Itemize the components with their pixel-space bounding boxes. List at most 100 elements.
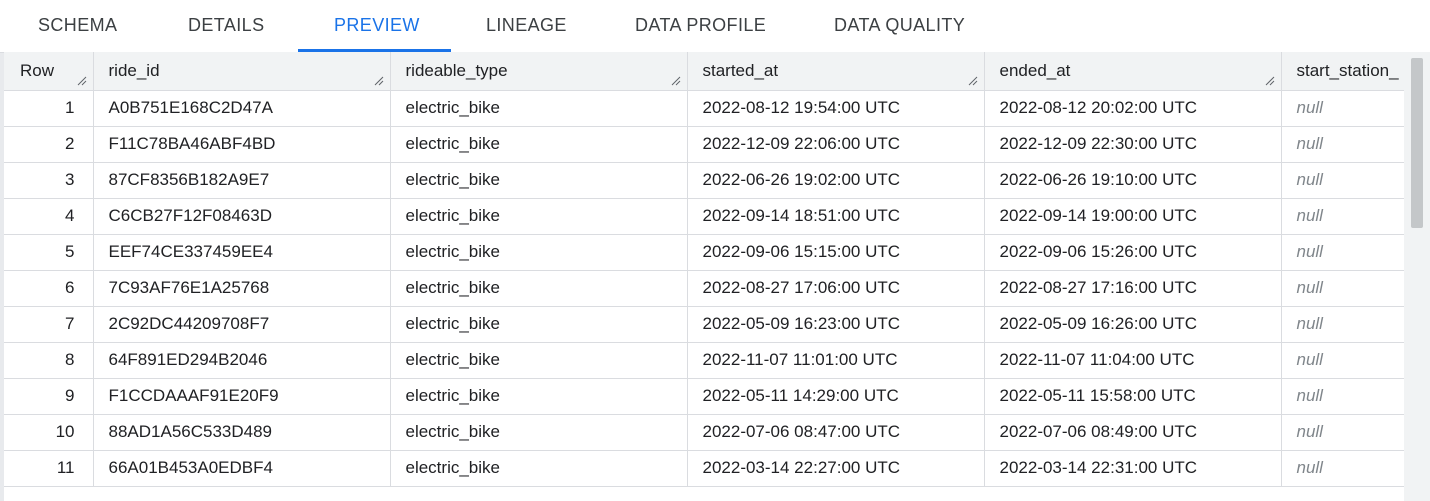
- table-row[interactable]: 2 F11C78BA46ABF4BD electric_bike 2022-12-09…: [4, 126, 1404, 163]
- tab-data-profile[interactable]: DATA PROFILE: [635, 0, 766, 52]
- table-cell[interactable]: 2022-03-14 22:31:00 UTC: [984, 450, 1282, 487]
- table-cell[interactable]: 87CF8356B182A9E7: [93, 162, 391, 199]
- table-cell[interactable]: electric_bike: [390, 90, 688, 127]
- column-header-rideable-type[interactable]: rideable_type: [390, 52, 688, 91]
- row-number: 5: [4, 234, 94, 271]
- table-cell[interactable]: F11C78BA46ABF4BD: [93, 126, 391, 163]
- table-cell[interactable]: null: [1281, 90, 1404, 127]
- table-cell[interactable]: null: [1281, 342, 1404, 379]
- table-cell[interactable]: null: [1281, 270, 1404, 307]
- table-cell[interactable]: electric_bike: [390, 162, 688, 199]
- table-cell[interactable]: null: [1281, 126, 1404, 163]
- table-cell[interactable]: 66A01B453A0EDBF4: [93, 450, 391, 487]
- table-cell[interactable]: 2022-05-11 15:58:00 UTC: [984, 378, 1282, 415]
- tab-schema[interactable]: SCHEMA: [38, 0, 117, 52]
- column-resize-icon[interactable]: [968, 76, 978, 86]
- table-cell[interactable]: 2022-08-27 17:06:00 UTC: [687, 270, 985, 307]
- table-cell[interactable]: 2022-03-14 22:27:00 UTC: [687, 450, 985, 487]
- row-number: 4: [4, 198, 94, 235]
- table-cell[interactable]: 2C92DC44209708F7: [93, 306, 391, 343]
- column-header-label: started_at: [702, 60, 779, 80]
- table-cell[interactable]: electric_bike: [390, 126, 688, 163]
- column-resize-icon[interactable]: [374, 76, 384, 86]
- column-resize-icon[interactable]: [77, 76, 87, 86]
- table-cell[interactable]: 2022-08-27 17:16:00 UTC: [984, 270, 1282, 307]
- table-row[interactable]: 9 F1CCDAAAF91E20F9 electric_bike 2022-05-11…: [4, 378, 1404, 415]
- table-cell[interactable]: 2022-09-06 15:15:00 UTC: [687, 234, 985, 271]
- column-header-started-at[interactable]: started_at: [687, 52, 985, 91]
- table-cell[interactable]: A0B751E168C2D47A: [93, 90, 391, 127]
- table-cell[interactable]: electric_bike: [390, 450, 688, 487]
- table-cell[interactable]: 2022-05-09 16:26:00 UTC: [984, 306, 1282, 343]
- results-table: Row ride_id rideable_type started_at ended_a…: [4, 52, 1404, 487]
- column-header-label: Row: [20, 60, 55, 80]
- table-cell[interactable]: 2022-12-09 22:06:00 UTC: [687, 126, 985, 163]
- table-cell[interactable]: 2022-05-11 14:29:00 UTC: [687, 378, 985, 415]
- table-row[interactable]: 5 EEF74CE337459EE4 electric_bike 2022-09-06…: [4, 234, 1404, 271]
- table-cell[interactable]: F1CCDAAAF91E20F9: [93, 378, 391, 415]
- table-cell[interactable]: electric_bike: [390, 306, 688, 343]
- table-row[interactable]: 6 7C93AF76E1A25768 electric_bike 2022-08-27…: [4, 270, 1404, 307]
- tab-data-quality[interactable]: DATA QUALITY: [834, 0, 965, 52]
- table-cell[interactable]: electric_bike: [390, 414, 688, 451]
- table-cell[interactable]: 88AD1A56C533D489: [93, 414, 391, 451]
- table-cell[interactable]: 2022-08-12 19:54:00 UTC: [687, 90, 985, 127]
- column-header-label: ended_at: [999, 60, 1071, 80]
- column-header-row[interactable]: Row: [4, 52, 94, 91]
- table-cell[interactable]: electric_bike: [390, 198, 688, 235]
- column-header-label: ride_id: [108, 60, 160, 80]
- table-row[interactable]: 3 87CF8356B182A9E7 electric_bike 2022-06-26…: [4, 162, 1404, 199]
- table-cell[interactable]: null: [1281, 234, 1404, 271]
- table-row[interactable]: 8 64F891ED294B2046 electric_bike 2022-11-07…: [4, 342, 1404, 379]
- tab-details[interactable]: DETAILS: [188, 0, 265, 52]
- tab-preview[interactable]: PREVIEW: [334, 0, 420, 52]
- column-resize-icon[interactable]: [671, 76, 681, 86]
- table-cell[interactable]: electric_bike: [390, 342, 688, 379]
- table-cell[interactable]: null: [1281, 198, 1404, 235]
- tab-bar: SCHEMA DETAILS PREVIEW LINEAGE DATA PROF…: [0, 0, 1430, 53]
- header-row: Row ride_id rideable_type started_at ended_a…: [4, 52, 1404, 91]
- table-cell[interactable]: 2022-07-06 08:49:00 UTC: [984, 414, 1282, 451]
- table-cell[interactable]: null: [1281, 378, 1404, 415]
- table-cell[interactable]: null: [1281, 162, 1404, 199]
- table-cell[interactable]: C6CB27F12F08463D: [93, 198, 391, 235]
- table-row[interactable]: 7 2C92DC44209708F7 electric_bike 2022-05-09…: [4, 306, 1404, 343]
- table-cell[interactable]: 7C93AF76E1A25768: [93, 270, 391, 307]
- row-number: 9: [4, 378, 94, 415]
- table-cell[interactable]: 2022-07-06 08:47:00 UTC: [687, 414, 985, 451]
- table-cell[interactable]: 2022-05-09 16:23:00 UTC: [687, 306, 985, 343]
- table-cell[interactable]: 2022-06-26 19:10:00 UTC: [984, 162, 1282, 199]
- table-row[interactable]: 1 A0B751E168C2D47A electric_bike 2022-08-12…: [4, 90, 1404, 127]
- row-number: 1: [4, 90, 94, 127]
- table-cell[interactable]: electric_bike: [390, 378, 688, 415]
- table-cell[interactable]: electric_bike: [390, 270, 688, 307]
- table-cell[interactable]: null: [1281, 306, 1404, 343]
- column-header-ended-at[interactable]: ended_at: [984, 52, 1282, 91]
- table-cell[interactable]: 2022-09-06 15:26:00 UTC: [984, 234, 1282, 271]
- row-number: 11: [4, 450, 94, 487]
- preview-grid[interactable]: Row ride_id rideable_type started_at ended_a…: [4, 52, 1404, 501]
- table-cell[interactable]: 2022-09-14 19:00:00 UTC: [984, 198, 1282, 235]
- scrollbar-thumb[interactable]: [1411, 58, 1423, 228]
- table-cell[interactable]: null: [1281, 450, 1404, 487]
- column-resize-icon[interactable]: [1265, 76, 1275, 86]
- table-cell[interactable]: 2022-08-12 20:02:00 UTC: [984, 90, 1282, 127]
- tab-lineage[interactable]: LINEAGE: [486, 0, 567, 52]
- column-header-start-station[interactable]: start_station_: [1281, 52, 1404, 91]
- table-cell[interactable]: 64F891ED294B2046: [93, 342, 391, 379]
- table-cell[interactable]: null: [1281, 414, 1404, 451]
- table-cell[interactable]: 2022-11-07 11:01:00 UTC: [687, 342, 985, 379]
- table-cell[interactable]: EEF74CE337459EE4: [93, 234, 391, 271]
- table-row[interactable]: 11 66A01B453A0EDBF4 electric_bike 2022-03-1…: [4, 450, 1404, 487]
- table-cell[interactable]: 2022-12-09 22:30:00 UTC: [984, 126, 1282, 163]
- table-cell[interactable]: electric_bike: [390, 234, 688, 271]
- table-row[interactable]: 4 C6CB27F12F08463D electric_bike 2022-09-14…: [4, 198, 1404, 235]
- table-cell[interactable]: 2022-11-07 11:04:00 UTC: [984, 342, 1282, 379]
- table-cell[interactable]: 2022-06-26 19:02:00 UTC: [687, 162, 985, 199]
- table-cell[interactable]: 2022-09-14 18:51:00 UTC: [687, 198, 985, 235]
- table-row[interactable]: 10 88AD1A56C533D489 electric_bike 2022-07-0…: [4, 414, 1404, 451]
- column-header-ride-id[interactable]: ride_id: [93, 52, 391, 91]
- column-header-label: start_station_: [1296, 60, 1399, 80]
- column-header-label: rideable_type: [405, 60, 508, 80]
- row-number: 6: [4, 270, 94, 307]
